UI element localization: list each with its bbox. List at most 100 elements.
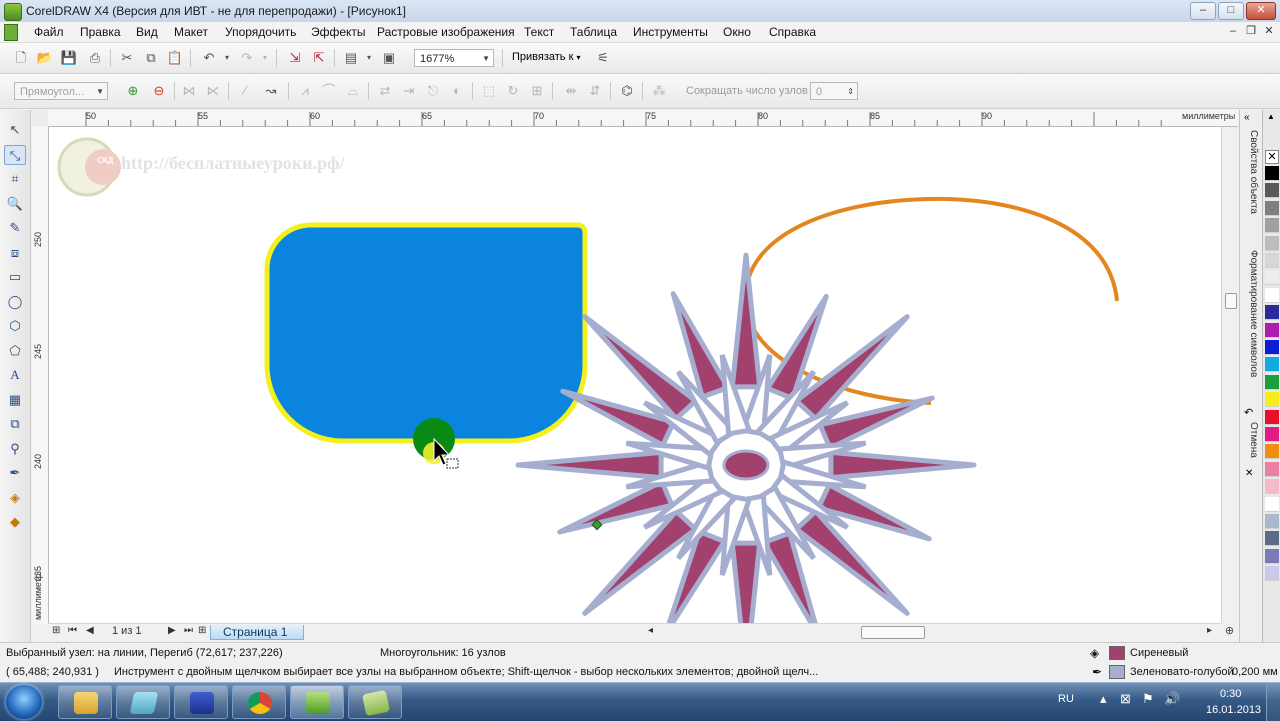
auto-close-icon[interactable]: ◐ bbox=[448, 82, 466, 100]
navigator-icon[interactable]: ⊕ bbox=[1221, 623, 1238, 640]
undo-docker-icon[interactable]: ↶ bbox=[1244, 406, 1253, 419]
document-icon[interactable] bbox=[4, 24, 18, 41]
menu-help[interactable]: Справка bbox=[769, 25, 816, 39]
smooth-node-icon[interactable]: ⌒ bbox=[320, 82, 338, 100]
rectangle-tool-icon[interactable]: ▭ bbox=[4, 267, 26, 287]
break-curve-icon[interactable]: ⋉ bbox=[204, 82, 222, 100]
outline-tool-icon[interactable]: ✒ bbox=[4, 463, 26, 483]
start-button[interactable] bbox=[6, 685, 42, 719]
menu-layout[interactable]: Макет bbox=[174, 25, 208, 39]
menu-text[interactable]: Текст bbox=[524, 25, 554, 39]
menu-table[interactable]: Таблица bbox=[570, 25, 617, 39]
doc-restore-button[interactable]: ❐ bbox=[1244, 25, 1258, 38]
welcome-screen-icon[interactable]: ▣ bbox=[380, 49, 398, 67]
blue-rounded-rectangle[interactable] bbox=[264, 222, 588, 444]
menu-effects[interactable]: Эффекты bbox=[311, 25, 366, 39]
docker-tab-object-properties[interactable]: Свойства объекта bbox=[1243, 130, 1259, 238]
language-indicator[interactable]: RU bbox=[1058, 693, 1074, 705]
menu-arrange[interactable]: Упорядочить bbox=[225, 25, 296, 39]
taskbar-coreldraw[interactable] bbox=[290, 685, 344, 719]
vertical-scrollbar[interactable] bbox=[1221, 127, 1239, 623]
polygon-tool-icon[interactable]: ⬡ bbox=[4, 316, 26, 336]
taskbar-explorer[interactable] bbox=[58, 685, 112, 719]
smart-fill-tool-icon[interactable]: ⧈ bbox=[4, 243, 26, 263]
coreldraw-app-icon[interactable] bbox=[4, 3, 22, 21]
palette-swatch[interactable] bbox=[1265, 427, 1279, 442]
docker-tab-character-formatting[interactable]: Форматирование символов bbox=[1243, 250, 1259, 398]
palette-swatch[interactable] bbox=[1265, 218, 1279, 234]
menu-window[interactable]: Окно bbox=[723, 25, 751, 39]
palette-swatch[interactable] bbox=[1265, 200, 1279, 216]
symmetrical-node-icon[interactable]: ⌓ bbox=[344, 82, 362, 100]
palette-swatch[interactable] bbox=[1265, 166, 1279, 181]
prev-page-icon[interactable]: ◀ bbox=[86, 625, 94, 636]
pick-tool-icon[interactable]: ↖ bbox=[4, 120, 26, 140]
insert-page-icon[interactable]: ⊞ bbox=[52, 625, 60, 636]
menu-view[interactable]: Вид bbox=[136, 25, 158, 39]
menu-file[interactable]: Файл bbox=[34, 25, 64, 39]
align-nodes-icon[interactable]: ⊞ bbox=[528, 82, 546, 100]
add-page-icon[interactable]: ⊞ bbox=[198, 625, 206, 636]
palette-swatch[interactable] bbox=[1265, 531, 1279, 547]
ruler-corner[interactable] bbox=[32, 110, 49, 127]
palette-swatch[interactable] bbox=[1265, 374, 1279, 390]
menu-tools[interactable]: Инструменты bbox=[633, 25, 708, 39]
palette-swatch[interactable] bbox=[1265, 496, 1279, 512]
application-launcher-icon[interactable]: ▤ bbox=[342, 49, 360, 67]
snap-to-button[interactable]: Привязать к ▾ bbox=[512, 51, 580, 63]
reverse-direction-icon[interactable]: ⇄ bbox=[376, 82, 394, 100]
vertical-ruler[interactable]: 250 245 240 235 миллиметры bbox=[32, 126, 49, 624]
outline-color-swatch[interactable] bbox=[1109, 665, 1125, 679]
print-icon[interactable]: ⎙ bbox=[86, 49, 104, 67]
interactive-fill-tool-icon[interactable]: ◆ bbox=[4, 512, 26, 532]
paste-icon[interactable]: 📋 bbox=[166, 49, 184, 67]
last-page-icon[interactable]: ⏭ bbox=[184, 625, 193, 636]
launcher-dropdown-icon[interactable]: ▾ bbox=[360, 49, 378, 67]
shape-tool-icon[interactable]: ⤡ bbox=[4, 145, 26, 165]
docker-collapse-icon[interactable]: « bbox=[1244, 112, 1250, 123]
export-icon[interactable]: ⇱ bbox=[310, 49, 328, 67]
clock-time[interactable]: 0:30 bbox=[1220, 688, 1241, 700]
crop-tool-icon[interactable]: ⌗ bbox=[4, 169, 26, 189]
taskbar-app-6[interactable] bbox=[348, 685, 402, 719]
undo-dropdown-icon[interactable]: ▾ bbox=[218, 49, 236, 67]
flag-icon[interactable]: ⚑ bbox=[1142, 691, 1154, 707]
join-nodes-icon[interactable]: ⋈ bbox=[180, 82, 198, 100]
no-color-swatch[interactable]: ✕ bbox=[1265, 150, 1279, 164]
scroll-right-icon[interactable]: ▸ bbox=[1207, 625, 1212, 636]
extend-curve-icon[interactable]: ⇥ bbox=[400, 82, 418, 100]
zoom-level-combo[interactable]: 1677% ▼ bbox=[414, 49, 494, 67]
select-all-nodes-icon[interactable]: ⁂ bbox=[650, 82, 668, 100]
redo-icon[interactable]: ↷ bbox=[238, 49, 256, 67]
palette-swatch[interactable] bbox=[1265, 409, 1279, 425]
horizontal-scrollbar[interactable]: ◂ ▸ bbox=[645, 623, 1221, 641]
docker-tab-undo[interactable]: Отмена bbox=[1243, 422, 1259, 466]
mirror-vertical-icon[interactable]: ⇵ bbox=[586, 82, 604, 100]
eyedropper-tool-icon[interactable]: ⚲ bbox=[4, 439, 26, 459]
palette-swatch[interactable] bbox=[1265, 461, 1279, 477]
docker-close-icon[interactable]: ✕ bbox=[1245, 468, 1253, 479]
horizontal-ruler[interactable]: 50 55 60 65 70 75 80 85 90 миллиметры bbox=[48, 110, 1238, 127]
doc-minimize-button[interactable]: – bbox=[1226, 25, 1240, 38]
text-tool-icon[interactable]: A bbox=[4, 365, 26, 385]
palette-swatch[interactable] bbox=[1265, 322, 1279, 338]
show-desktop-button[interactable] bbox=[1266, 683, 1280, 721]
extract-subpath-icon[interactable]: ⎋ bbox=[424, 82, 442, 100]
palette-swatch[interactable] bbox=[1265, 548, 1279, 564]
convert-to-line-icon[interactable]: ⁄ bbox=[236, 82, 254, 100]
volume-icon[interactable]: 🔊 bbox=[1164, 691, 1180, 707]
palette-swatch[interactable] bbox=[1265, 235, 1279, 251]
palette-swatch[interactable] bbox=[1265, 305, 1279, 321]
drawing-canvas[interactable]: СКД http://бесплатныеуроки.рф/ bbox=[49, 127, 1221, 623]
save-icon[interactable]: 💾 bbox=[60, 49, 78, 67]
fill-color-swatch[interactable] bbox=[1109, 646, 1125, 660]
new-document-icon[interactable]: 🗋 bbox=[12, 49, 30, 67]
interactive-blend-tool-icon[interactable]: ⧉ bbox=[4, 414, 26, 434]
palette-swatch[interactable] bbox=[1265, 287, 1279, 303]
fill-tool-icon[interactable]: ◈ bbox=[4, 488, 26, 508]
add-node-icon[interactable]: ⊕ bbox=[124, 82, 142, 100]
copy-icon[interactable]: ⧉ bbox=[142, 49, 160, 67]
taskbar-app-2[interactable] bbox=[116, 685, 170, 719]
zoom-tool-icon[interactable]: 🔍 bbox=[4, 194, 26, 214]
elastic-mode-icon[interactable]: ⌬ bbox=[618, 82, 636, 100]
